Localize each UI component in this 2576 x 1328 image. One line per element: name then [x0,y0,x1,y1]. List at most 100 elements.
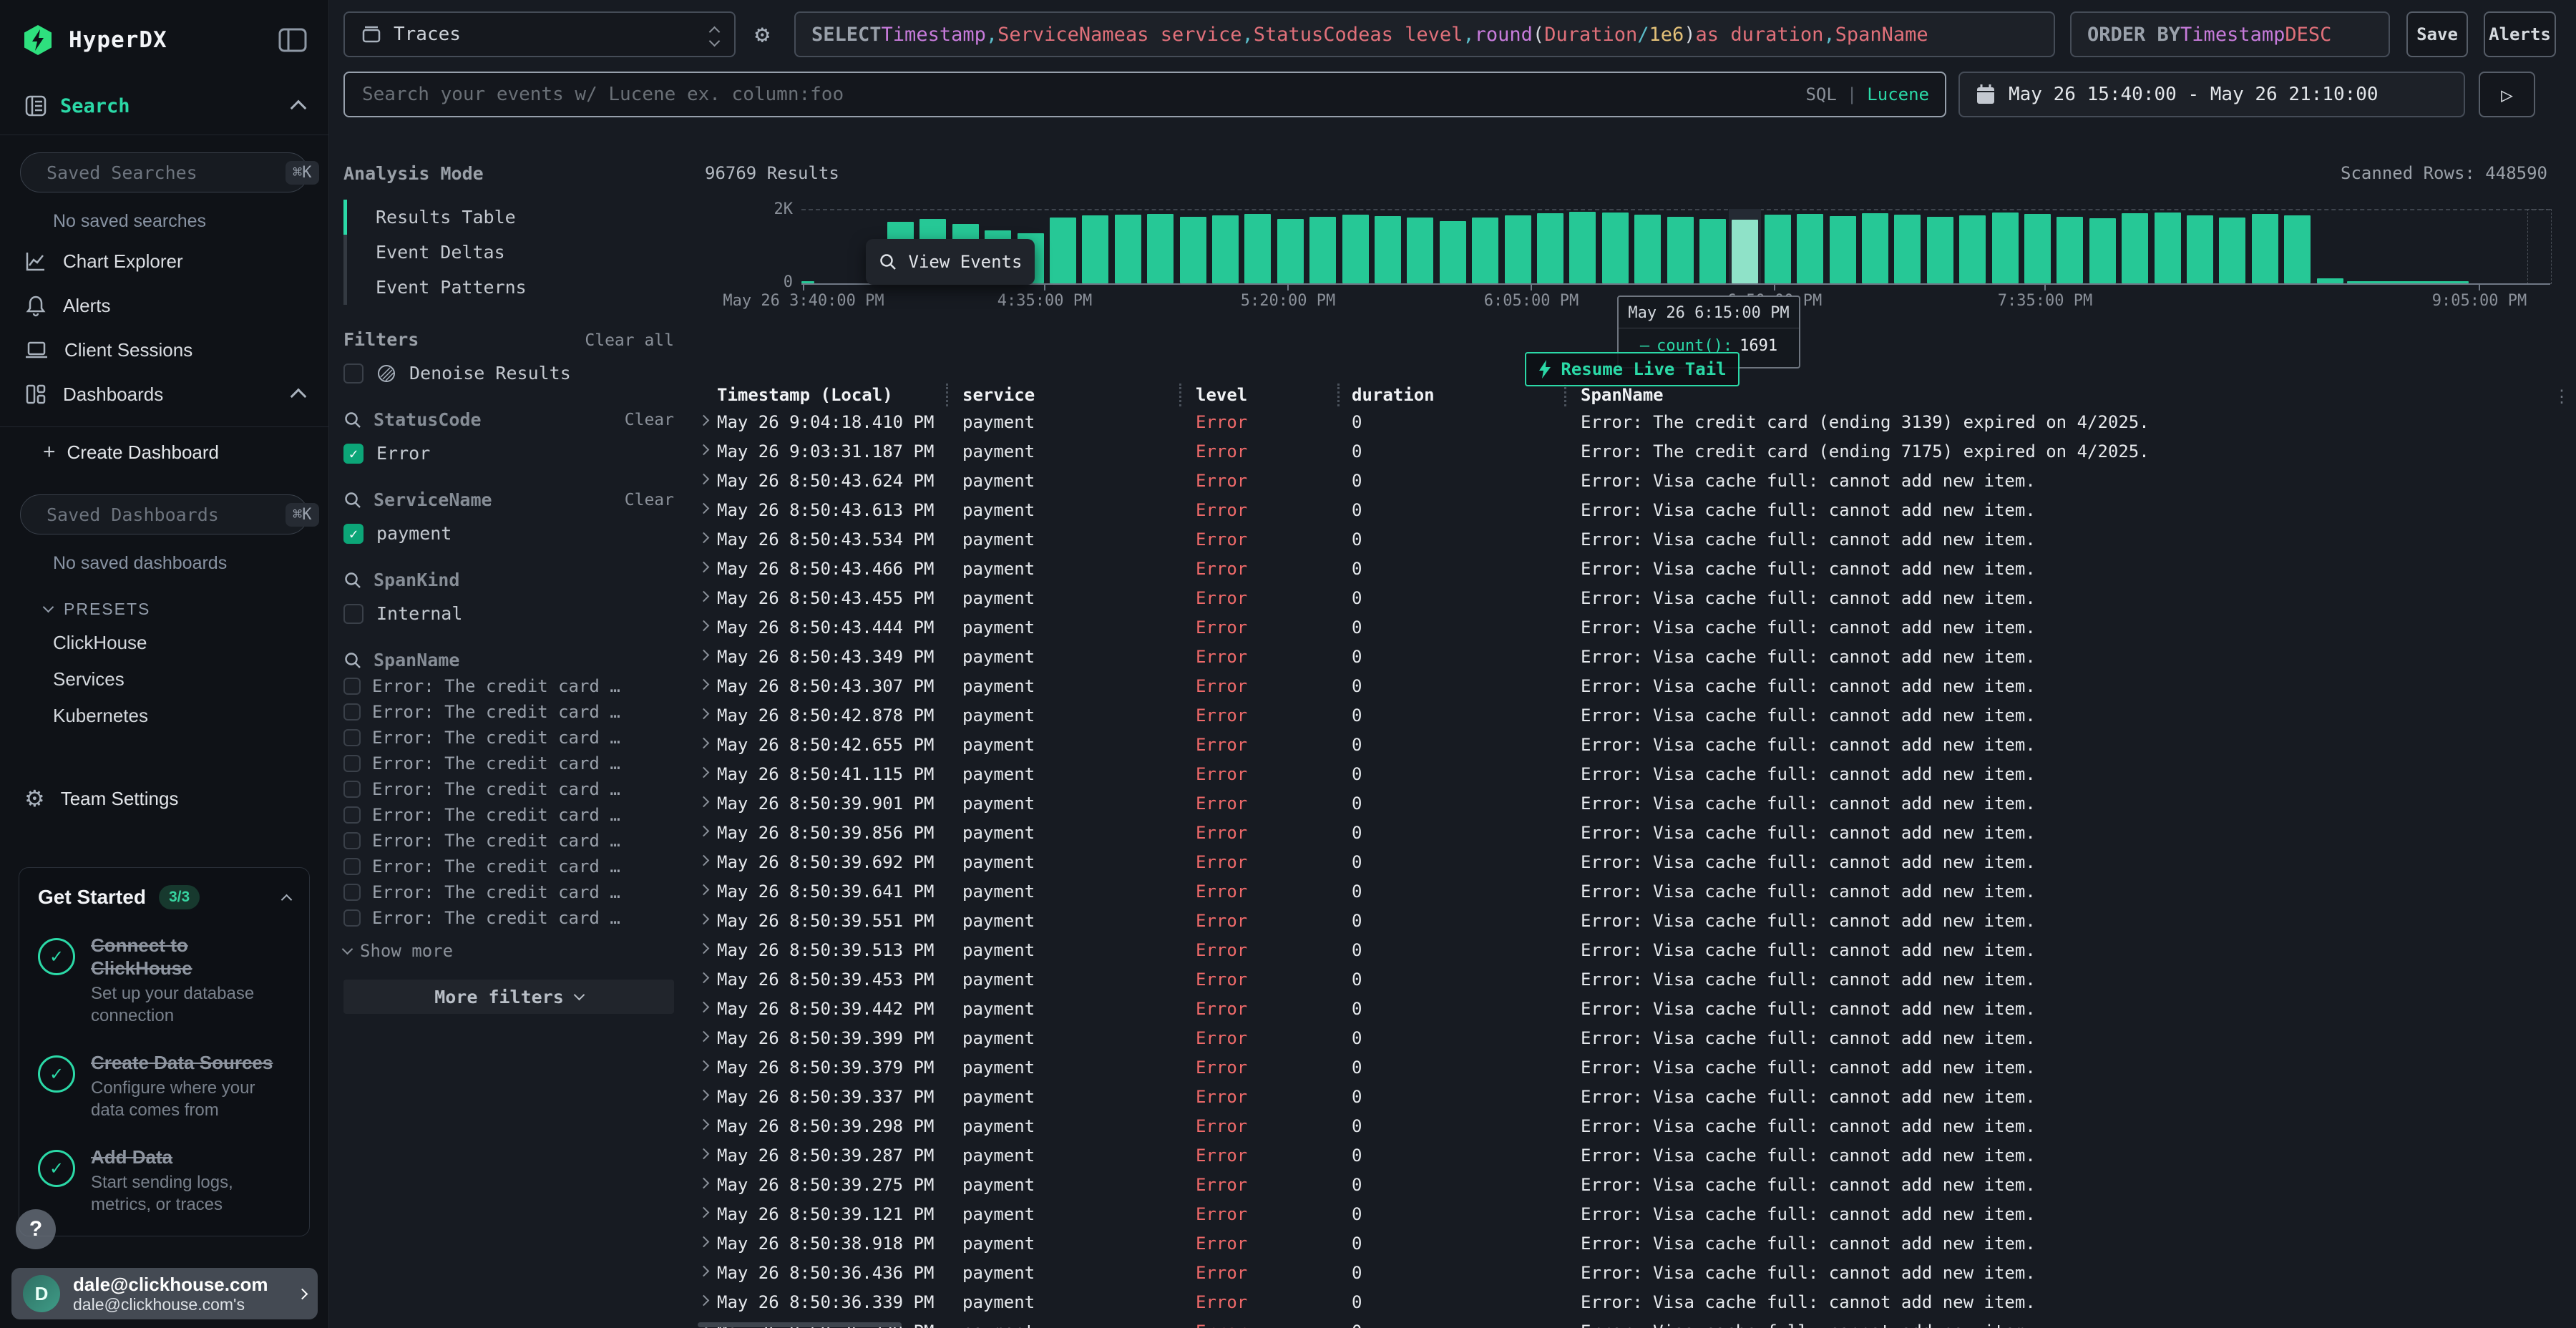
histogram-bar[interactable] [1082,215,1108,283]
table-row[interactable]: May 26 8:50:36.339 PMpaymentError0Error:… [687,1288,2576,1317]
collapse-sidebar-icon[interactable] [278,28,307,52]
histogram-bar[interactable] [1830,216,1856,283]
search-bar[interactable]: SQL | Lucene [343,72,1946,117]
filter-option[interactable]: Error: The credit card … [343,728,674,748]
table-row[interactable]: May 26 8:50:39.121 PMpaymentError0Error:… [687,1200,2576,1229]
histogram-bar[interactable] [1342,215,1369,283]
expand-row-icon[interactable] [698,562,710,573]
table-row[interactable]: May 26 8:50:43.349 PMpaymentError0Error:… [687,643,2576,672]
histogram-bar[interactable] [1472,218,1498,283]
expand-row-icon[interactable] [698,1178,710,1189]
expand-row-icon[interactable] [698,943,710,954]
table-row[interactable]: May 26 8:50:43.466 PMpaymentError0Error:… [687,555,2576,584]
more-filters-button[interactable]: More filters [343,980,674,1014]
column-header-timestamp-local-[interactable]: Timestamp (Local) [717,385,893,405]
histogram-bar[interactable] [1569,212,1596,283]
analysis-mode-event-deltas[interactable]: Event Deltas [343,235,674,270]
filter-option[interactable]: Error: The credit card … [343,831,674,851]
expand-row-icon[interactable] [698,503,710,514]
filter-option[interactable]: Error: The credit card … [343,753,674,773]
histogram-bar[interactable] [1212,215,1239,283]
preset-services[interactable]: Services [0,661,328,698]
checkbox-checked[interactable]: ✓ [343,444,364,464]
expand-row-icon[interactable] [698,650,710,661]
histogram-bar[interactable] [1147,214,1174,283]
filter-option[interactable]: Error: The credit card … [343,779,674,799]
horizontal-scrollbar[interactable] [698,1322,902,1327]
histogram-bar[interactable] [2155,213,2181,283]
sidebar-section-search[interactable]: Search [0,80,328,135]
filter-option[interactable]: Error: The credit card … [343,856,674,877]
filter-option[interactable]: Error: The credit card … [343,805,674,825]
histogram-bar[interactable] [1277,219,1304,283]
column-separator[interactable] [946,384,948,406]
table-row[interactable]: May 26 8:50:39.287 PMpaymentError0Error:… [687,1141,2576,1171]
expand-row-icon[interactable] [698,972,710,984]
table-row[interactable]: May 26 8:50:39.275 PMpaymentError0Error:… [687,1171,2576,1200]
sidebar-item-alerts[interactable]: Alerts [0,283,328,328]
table-row[interactable]: May 26 8:50:42.655 PMpaymentError0Error:… [687,731,2576,760]
column-header-duration[interactable]: duration [1352,385,1435,405]
expand-row-icon[interactable] [698,532,710,544]
histogram-bar[interactable] [2057,217,2083,283]
checkbox-unchecked[interactable] [343,604,364,624]
run-query-button[interactable]: ▷ [2479,72,2535,117]
table-row[interactable]: May 26 8:50:43.455 PMpaymentError0Error:… [687,584,2576,613]
saved-dashboards-field[interactable] [45,504,275,526]
filter-option[interactable]: Error: The credit card … [343,702,674,722]
clear-filter-button[interactable]: Clear [625,411,674,429]
histogram-bar[interactable] [1309,217,1336,283]
checkbox-unchecked[interactable] [343,806,361,824]
filter-option[interactable]: Error: The credit card … [343,676,674,696]
expand-row-icon[interactable] [698,620,710,632]
histogram-bar[interactable] [1050,218,1076,283]
expand-row-icon[interactable] [698,679,710,690]
histogram-bar[interactable] [2089,218,2116,283]
source-settings-gear-icon[interactable]: ⚙ [755,20,769,49]
table-row[interactable]: May 26 8:50:39.379 PMpaymentError0Error:… [687,1053,2576,1083]
clear-filter-button[interactable]: Clear [625,491,674,509]
show-more-button[interactable]: Show more [343,941,674,961]
table-row[interactable]: May 26 8:50:39.901 PMpaymentError0Error:… [687,789,2576,819]
expand-row-icon[interactable] [698,914,710,925]
get-started-item[interactable]: ✓Create Data SourcesConfigure where your… [38,1051,291,1121]
expand-row-icon[interactable] [698,1119,710,1131]
histogram-bar[interactable] [1375,216,1401,283]
histogram-bar[interactable] [1732,220,1758,283]
event-search-input[interactable] [361,83,1805,106]
table-row[interactable]: May 26 8:50:43.624 PMpaymentError0Error:… [687,467,2576,496]
table-row[interactable]: May 26 8:50:39.453 PMpaymentError0Error:… [687,965,2576,995]
filter-option[interactable]: Internal [343,603,674,624]
table-row[interactable]: May 26 8:50:43.307 PMpaymentError0Error:… [687,672,2576,701]
resume-live-tail-button[interactable]: Resume Live Tail [1525,352,1740,386]
filter-option[interactable]: ✓Error [343,443,674,464]
checkbox-unchecked[interactable] [343,884,361,901]
expand-row-icon[interactable] [698,1002,710,1013]
checkbox-unchecked[interactable] [343,781,361,798]
table-row[interactable]: May 26 8:50:42.878 PMpaymentError0Error:… [687,701,2576,731]
histogram-bar[interactable] [2219,218,2245,283]
expand-row-icon[interactable] [698,738,710,749]
histogram-bar[interactable] [2317,278,2343,283]
table-row[interactable]: May 26 8:50:39.692 PMpaymentError0Error:… [687,848,2576,877]
denoise-toggle[interactable]: Denoise Results [343,363,674,384]
saved-dashboards-input[interactable]: ⌘K [20,494,308,534]
sidebar-item-chart-explorer[interactable]: Chart Explorer [0,239,328,283]
column-header-level[interactable]: level [1196,385,1247,405]
table-row[interactable]: May 26 8:50:43.444 PMpaymentError0Error:… [687,613,2576,643]
help-button[interactable]: ? [16,1209,56,1249]
column-settings-icon[interactable]: ⋮ [2553,386,2570,406]
histogram-bar[interactable] [1634,215,1661,283]
expand-row-icon[interactable] [698,1295,710,1307]
filter-option[interactable]: Error: The credit card … [343,908,674,928]
expand-row-icon[interactable] [698,1060,710,1072]
histogram-bar[interactable] [1894,215,1921,283]
checkbox-checked[interactable]: ✓ [343,524,364,544]
histogram-bar[interactable] [1537,213,1563,283]
table-row[interactable]: May 26 9:04:18.410 PMpaymentError0Error:… [687,408,2576,437]
alerts-button[interactable]: Alerts [2484,11,2556,57]
table-row[interactable]: May 26 9:03:31.187 PMpaymentError0Error:… [687,437,2576,467]
histogram-bar[interactable] [1115,215,1141,283]
get-started-item[interactable]: ✓Add DataStart sending logs, metrics, or… [38,1146,291,1216]
table-row[interactable]: May 26 8:50:38.918 PMpaymentError0Error:… [687,1229,2576,1259]
